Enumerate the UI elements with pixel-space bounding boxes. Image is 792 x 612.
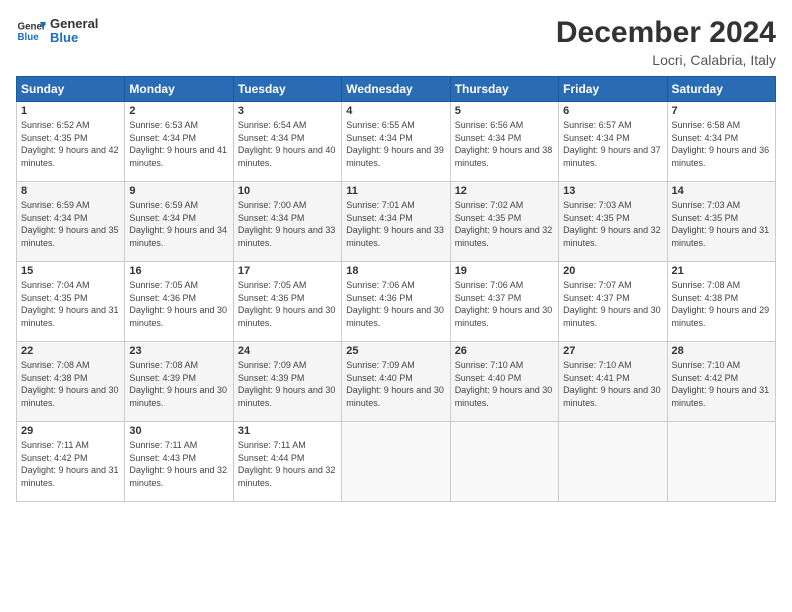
location-title: Locri, Calabria, Italy <box>556 52 776 68</box>
day-cell: 27 Sunrise: 7:10 AMSunset: 4:41 PMDaylig… <box>559 342 667 422</box>
day-cell: 7 Sunrise: 6:58 AMSunset: 4:34 PMDayligh… <box>667 102 775 182</box>
day-cell: 3 Sunrise: 6:54 AMSunset: 4:34 PMDayligh… <box>233 102 341 182</box>
day-cell: 21 Sunrise: 7:08 AMSunset: 4:38 PMDaylig… <box>667 262 775 342</box>
empty-cell <box>342 422 450 502</box>
table-row: 15 Sunrise: 7:04 AMSunset: 4:35 PMDaylig… <box>17 262 776 342</box>
day-cell: 5 Sunrise: 6:56 AMSunset: 4:34 PMDayligh… <box>450 102 558 182</box>
header-monday: Monday <box>125 77 233 102</box>
day-cell: 24 Sunrise: 7:09 AMSunset: 4:39 PMDaylig… <box>233 342 341 422</box>
day-cell: 25 Sunrise: 7:09 AMSunset: 4:40 PMDaylig… <box>342 342 450 422</box>
empty-cell <box>450 422 558 502</box>
day-cell: 13 Sunrise: 7:03 AMSunset: 4:35 PMDaylig… <box>559 182 667 262</box>
logo-icon: General Blue <box>16 16 46 46</box>
calendar-page: General Blue General Blue December 2024 … <box>0 0 792 612</box>
day-cell: 2 Sunrise: 6:53 AMSunset: 4:34 PMDayligh… <box>125 102 233 182</box>
day-cell: 1 Sunrise: 6:52 AMSunset: 4:35 PMDayligh… <box>17 102 125 182</box>
day-cell: 4 Sunrise: 6:55 AMSunset: 4:34 PMDayligh… <box>342 102 450 182</box>
table-row: 29 Sunrise: 7:11 AMSunset: 4:42 PMDaylig… <box>17 422 776 502</box>
day-cell: 14 Sunrise: 7:03 AMSunset: 4:35 PMDaylig… <box>667 182 775 262</box>
day-cell: 9 Sunrise: 6:59 AMSunset: 4:34 PMDayligh… <box>125 182 233 262</box>
day-cell: 18 Sunrise: 7:06 AMSunset: 4:36 PMDaylig… <box>342 262 450 342</box>
table-row: 22 Sunrise: 7:08 AMSunset: 4:38 PMDaylig… <box>17 342 776 422</box>
day-cell: 6 Sunrise: 6:57 AMSunset: 4:34 PMDayligh… <box>559 102 667 182</box>
header-sunday: Sunday <box>17 77 125 102</box>
logo: General Blue General Blue <box>16 16 98 46</box>
logo-blue: Blue <box>50 31 98 45</box>
day-cell: 28 Sunrise: 7:10 AMSunset: 4:42 PMDaylig… <box>667 342 775 422</box>
calendar-table: Sunday Monday Tuesday Wednesday Thursday… <box>16 76 776 502</box>
header-tuesday: Tuesday <box>233 77 341 102</box>
day-cell: 29 Sunrise: 7:11 AMSunset: 4:42 PMDaylig… <box>17 422 125 502</box>
day-cell: 8 Sunrise: 6:59 AMSunset: 4:34 PMDayligh… <box>17 182 125 262</box>
day-cell: 17 Sunrise: 7:05 AMSunset: 4:36 PMDaylig… <box>233 262 341 342</box>
day-cell: 20 Sunrise: 7:07 AMSunset: 4:37 PMDaylig… <box>559 262 667 342</box>
weekday-header-row: Sunday Monday Tuesday Wednesday Thursday… <box>17 77 776 102</box>
empty-cell <box>667 422 775 502</box>
day-cell: 12 Sunrise: 7:02 AMSunset: 4:35 PMDaylig… <box>450 182 558 262</box>
day-cell: 22 Sunrise: 7:08 AMSunset: 4:38 PMDaylig… <box>17 342 125 422</box>
header-saturday: Saturday <box>667 77 775 102</box>
day-cell: 16 Sunrise: 7:05 AMSunset: 4:36 PMDaylig… <box>125 262 233 342</box>
title-block: December 2024 Locri, Calabria, Italy <box>556 16 776 68</box>
svg-text:Blue: Blue <box>18 32 40 43</box>
month-title: December 2024 <box>556 16 776 50</box>
header-friday: Friday <box>559 77 667 102</box>
day-cell: 19 Sunrise: 7:06 AMSunset: 4:37 PMDaylig… <box>450 262 558 342</box>
day-cell: 15 Sunrise: 7:04 AMSunset: 4:35 PMDaylig… <box>17 262 125 342</box>
page-header: General Blue General Blue December 2024 … <box>16 16 776 68</box>
day-cell: 11 Sunrise: 7:01 AMSunset: 4:34 PMDaylig… <box>342 182 450 262</box>
day-cell: 10 Sunrise: 7:00 AMSunset: 4:34 PMDaylig… <box>233 182 341 262</box>
header-thursday: Thursday <box>450 77 558 102</box>
day-cell: 30 Sunrise: 7:11 AMSunset: 4:43 PMDaylig… <box>125 422 233 502</box>
empty-cell <box>559 422 667 502</box>
table-row: 1 Sunrise: 6:52 AMSunset: 4:35 PMDayligh… <box>17 102 776 182</box>
header-wednesday: Wednesday <box>342 77 450 102</box>
day-cell: 23 Sunrise: 7:08 AMSunset: 4:39 PMDaylig… <box>125 342 233 422</box>
logo-general: General <box>50 17 98 31</box>
day-cell: 26 Sunrise: 7:10 AMSunset: 4:40 PMDaylig… <box>450 342 558 422</box>
day-cell: 31 Sunrise: 7:11 AMSunset: 4:44 PMDaylig… <box>233 422 341 502</box>
table-row: 8 Sunrise: 6:59 AMSunset: 4:34 PMDayligh… <box>17 182 776 262</box>
